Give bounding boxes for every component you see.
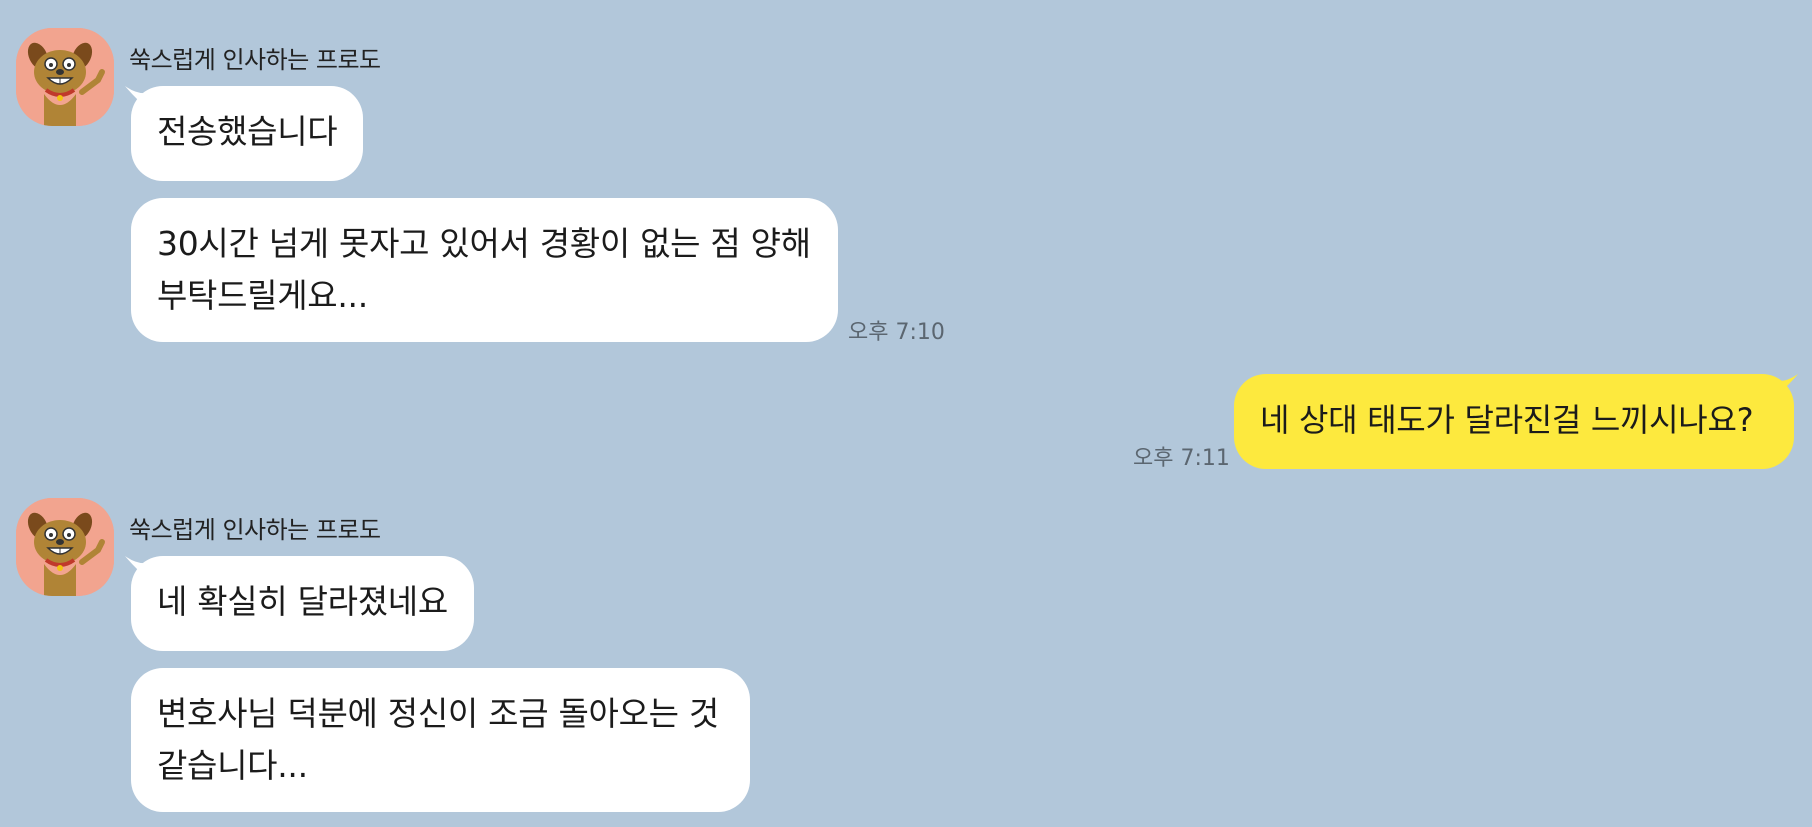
message-timestamp: 오후 7:10 [848,320,945,345]
frodo-dog-avatar-icon [16,28,114,126]
sender-name: 쑥스럽게 인사하는 프로도 [129,516,381,544]
sender-avatar[interactable] [16,498,114,596]
incoming-message-bubble[interactable]: 전송했습니다 [131,86,364,181]
message-text: 네 확실히 달라졌네요 [157,582,448,621]
message-text: 네 상대 태도가 달라진걸 느끼시나요? [1260,401,1754,439]
message-timestamp: 오후 7:11 [1133,446,1230,471]
incoming-message-bubble[interactable]: 변호사님 덕분에 정신이 조금 돌아오는 것 같습니다... [131,668,750,812]
message-text: 30시간 넘게 못자고 있어서 경황이 없는 점 양해 부탁드릴게요... [157,224,811,315]
frodo-dog-avatar-icon [16,498,114,596]
message-text: 변호사님 덕분에 정신이 조금 돌아오는 것 같습니다... [157,694,719,785]
outgoing-message-bubble[interactable]: 네 상대 태도가 달라진걸 느끼시나요? [1234,374,1794,469]
incoming-message-bubble[interactable]: 30시간 넘게 못자고 있어서 경황이 없는 점 양해 부탁드릴게요... [131,198,838,342]
sender-avatar[interactable] [16,28,114,126]
incoming-message-bubble[interactable]: 네 확실히 달라졌네요 [131,556,474,651]
bubble-tail [1772,374,1798,400]
message-text: 전송했습니다 [157,112,338,151]
sender-name: 쑥스럽게 인사하는 프로도 [129,46,381,74]
